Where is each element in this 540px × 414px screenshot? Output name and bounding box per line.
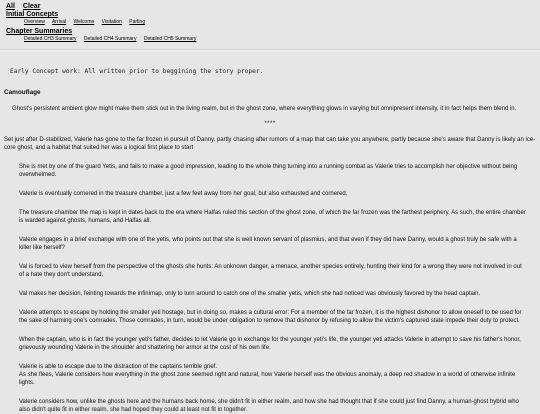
initial-concepts-link[interactable]: Initial Concepts	[6, 11, 58, 18]
nav-initial-row: Initial Concepts	[6, 11, 535, 18]
paragraph: Valerie attempts to escape by holding th…	[19, 310, 522, 324]
paragraph: Val is forced to view herself from the p…	[19, 264, 522, 278]
ch5-summary-link[interactable]: Detailed CH5 Summary	[144, 36, 197, 42]
ch4-summary-link[interactable]: Detailed CH4 Summary	[84, 36, 137, 42]
paragraph: When the captain, who is in fact the you…	[19, 337, 521, 351]
main-content: Early Concept work: All written prior to…	[0, 68, 540, 414]
parting-link[interactable]: Parting	[129, 19, 145, 25]
paragraph: Set just after D-stabilized, Valerie has…	[4, 137, 536, 151]
overview-link[interactable]: Overview	[24, 19, 45, 25]
paragraph: She is met by one of the guard Yetis, an…	[19, 164, 518, 178]
all-link[interactable]: All	[6, 3, 15, 10]
paragraph: Valerie engages in a brief exchange with…	[19, 237, 517, 251]
divider	[0, 49, 540, 51]
nav-top-row: All Clear	[6, 3, 535, 10]
section-heading: Camouflage	[4, 89, 41, 96]
paragraph: As she flees, Valerie considers how ever…	[19, 372, 516, 386]
nav-chapters-row: Chapter Summaries	[6, 28, 535, 35]
intro-text: Early Concept work: All written prior to…	[10, 68, 264, 75]
ch3-summary-link[interactable]: Detailed CH3 Summary	[24, 36, 77, 42]
initial-concepts-sublinks: Overview Arrival Welcome Visitation Part…	[6, 20, 535, 25]
welcome-link[interactable]: Welcome	[74, 19, 95, 25]
chapter-summaries-sublinks: Detailed CH3 Summary Detailed CH4 Summar…	[6, 37, 535, 42]
clear-link[interactable]: Clear	[23, 3, 41, 10]
paragraph: Valerie is able to escape due to the dis…	[19, 364, 218, 370]
paragraph: Valerie considers how, unlike the ghosts…	[19, 399, 519, 413]
navigation: All Clear Initial Concepts Overview Arri…	[0, 0, 540, 49]
section-separator: ****	[264, 121, 276, 127]
paragraph: Valerie is eventually cornered in the tr…	[19, 191, 348, 197]
paragraph: Val makes her decision, feinting towards…	[19, 291, 481, 297]
visitation-link[interactable]: Visitation	[102, 19, 122, 25]
paragraph: Ghost's persistent ambient glow might ma…	[12, 106, 517, 112]
arrival-link[interactable]: Arrival	[52, 19, 66, 25]
chapter-summaries-link[interactable]: Chapter Summaries	[6, 28, 72, 35]
paragraph: The treasure chamber the map is kept in …	[19, 210, 526, 224]
